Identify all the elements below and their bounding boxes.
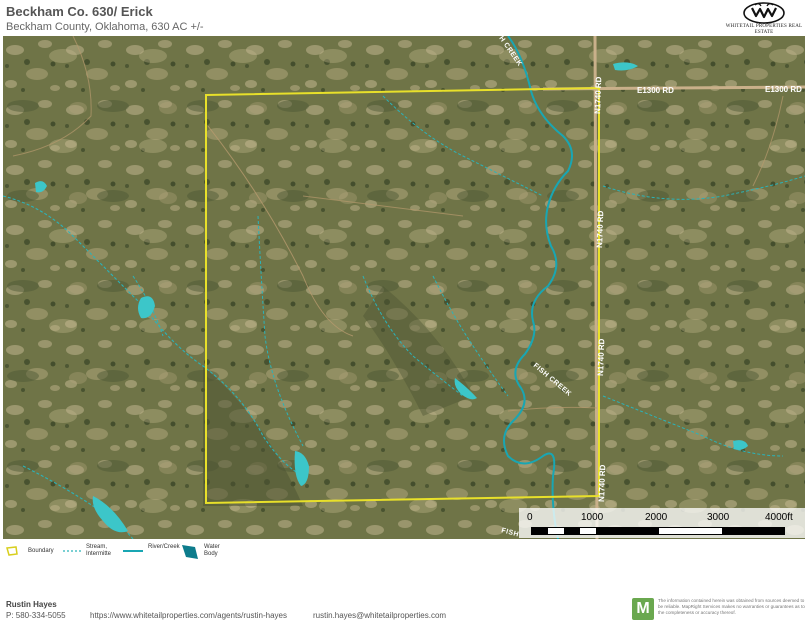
road-label-n1740-3: N1740 RD	[596, 338, 606, 376]
logo-wordmark: WHITETAIL PROPERTIES REAL ESTATE	[725, 24, 803, 35]
scale-tick: 2000	[645, 512, 668, 523]
scale-tick: 1000	[581, 512, 604, 523]
whitetail-logo: WHITETAIL PROPERTIES REAL ESTATE	[722, 0, 806, 36]
terrain-overlay	[3, 36, 805, 539]
legend-label-boundary: Boundary	[28, 548, 54, 554]
road-label-n1740-2: N1740 RD	[595, 210, 605, 248]
road-label-e1300-west: E1300 RD	[637, 86, 674, 95]
agent-phone: P: 580-334-5055	[6, 611, 66, 620]
map-header: Beckham Co. 630/ Erick Beckham County, O…	[6, 4, 204, 34]
river-line-icon	[123, 550, 143, 552]
legend-label-river: River/Creek	[148, 544, 180, 550]
road-label-n1740-1: N1740 RD	[593, 76, 603, 114]
scale-tick: 4000ft	[765, 512, 793, 523]
road-label-n1740-4: N1740 RD	[597, 464, 607, 502]
water-body-polygon-icon	[182, 545, 198, 559]
scale-bar-graphic	[531, 527, 785, 535]
scale-bar: 0 1000 2000 3000 4000ft	[519, 508, 806, 538]
scale-tick: 0	[527, 512, 533, 523]
map-canvas[interactable]: E1300 RD E1300 RD N1740 RD N1740 RD N174…	[3, 36, 805, 539]
agent-url-link[interactable]: https://www.whitetailproperties.com/agen…	[90, 611, 287, 620]
agent-email-link[interactable]: rustin.hayes@whitetailproperties.com	[313, 611, 446, 620]
aerial-map[interactable]: E1300 RD E1300 RD N1740 RD N1740 RD N174…	[3, 36, 805, 539]
stream-dashed-icon	[63, 550, 83, 552]
road-label-e1300-east: E1300 RD	[765, 85, 802, 94]
disclaimer-text: The information contained herein was obt…	[658, 598, 805, 615]
map-subtitle: Beckham County, Oklahoma, 630 AC +/-	[6, 21, 204, 33]
legend-label-water-body: Water Body	[204, 544, 220, 557]
scale-tick: 3000	[707, 512, 730, 523]
mapright-logo-icon: M	[632, 598, 654, 620]
map-title: Beckham Co. 630/ Erick	[6, 4, 153, 19]
boundary-polygon-icon	[6, 546, 18, 556]
agent-name: Rustin Hayes	[6, 600, 57, 609]
map-legend: Boundary Stream, Intermitte River/Creek …	[6, 544, 326, 566]
legend-label-stream: Stream, Intermitte	[86, 544, 112, 557]
deer-antler-logo-icon	[743, 2, 785, 24]
